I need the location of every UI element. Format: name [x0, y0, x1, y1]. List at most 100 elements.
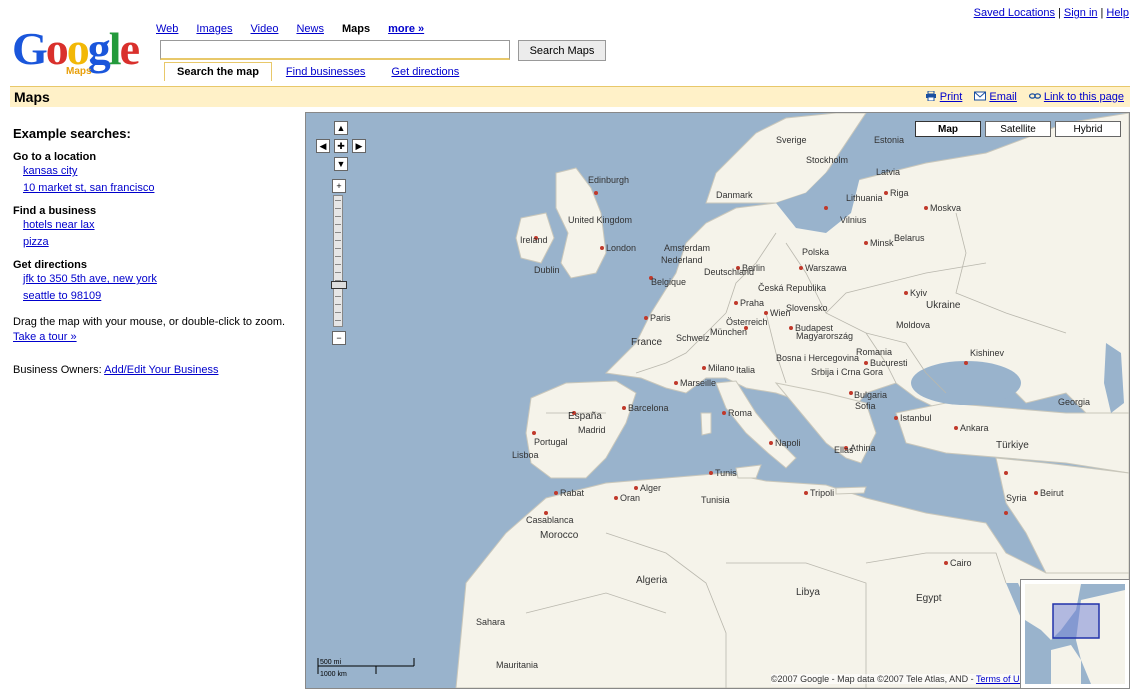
label-sverige: Sverige [776, 135, 807, 145]
example-hotels-near-lax[interactable]: hotels near lax [23, 219, 95, 231]
email-action[interactable]: Email [974, 91, 1017, 103]
example-pizza[interactable]: pizza [23, 236, 49, 248]
label-italia: Italia [736, 365, 755, 375]
label-tunis: Tunis [715, 468, 737, 478]
label-minsk: Minsk [870, 238, 894, 248]
zoom-tick[interactable] [335, 232, 341, 233]
label-roma: Roma [728, 408, 752, 418]
label-casablanca: Casablanca [526, 515, 574, 525]
zoom-tick[interactable] [335, 304, 341, 305]
zoom-tick[interactable] [335, 224, 341, 225]
nav-news[interactable]: News [296, 23, 324, 35]
logo-maps-label: Maps [66, 66, 92, 77]
tab-get-directions[interactable]: Get directions [379, 63, 471, 81]
sign-in-link[interactable]: Sign in [1064, 7, 1098, 19]
overview-map[interactable] [1020, 579, 1129, 688]
link-to-page-action[interactable]: Link to this page [1028, 91, 1124, 103]
zoom-out-button[interactable]: − [332, 331, 346, 345]
nav-web[interactable]: Web [156, 23, 178, 35]
nav-video[interactable]: Video [251, 23, 279, 35]
map-type-satellite[interactable]: Satellite [985, 121, 1051, 137]
search-input[interactable] [160, 40, 510, 60]
pan-up-button[interactable]: ▲ [334, 121, 348, 135]
print-action[interactable]: Print [925, 91, 963, 103]
page-title: Maps [14, 89, 50, 105]
map-type-switcher: Map Satellite Hybrid [915, 121, 1121, 137]
add-edit-business-link[interactable]: Add/Edit Your Business [104, 364, 218, 376]
example-seattle-directions[interactable]: seattle to 98109 [23, 290, 101, 302]
label-napoli: Napoli [775, 438, 801, 448]
email-link[interactable]: Email [989, 91, 1017, 103]
search-subtabs: Search the map Find businesses Get direc… [164, 62, 473, 81]
drag-hint: Drag the map with your mouse, or double-… [13, 315, 293, 345]
zoom-tick[interactable] [335, 296, 341, 297]
copyright-text: ©2007 Google - Map data ©2007 Tele Atlas… [770, 674, 974, 684]
label-lisboa: Lisboa [512, 450, 539, 460]
group-go-to-location: Go to a location [13, 151, 97, 163]
label-oran: Oran [620, 493, 640, 503]
label-belarus: Belarus [894, 233, 925, 243]
example-jfk-directions[interactable]: jfk to 350 5th ave, new york [23, 273, 157, 285]
arrow-left-icon: ◀ [319, 141, 327, 151]
map-tiles[interactable]: Algeria Libya Egypt Morocco España Franc… [306, 113, 1129, 688]
zoom-tick[interactable] [335, 216, 341, 217]
zoom-tick[interactable] [335, 208, 341, 209]
label-srbija: Srbija i Crna Gora [811, 367, 883, 377]
label-united-kingdom: United Kingdom [568, 215, 632, 225]
zoom-tick[interactable] [335, 312, 341, 313]
label-belgique: Belgique [651, 277, 686, 287]
label-ireland: Ireland [520, 235, 548, 245]
label-estonia: Estonia [874, 135, 904, 145]
label-schweiz: Schweiz [676, 333, 710, 343]
label-ukraine: Ukraine [926, 300, 961, 311]
scale-ruler: 500 mi 1000 km [317, 658, 415, 678]
label-bucuresti: Bucuresti [870, 358, 908, 368]
take-a-tour-link[interactable]: Take a tour » [13, 331, 77, 343]
saved-locations-link[interactable]: Saved Locations [974, 7, 1055, 19]
print-link[interactable]: Print [940, 91, 963, 103]
tab-search-the-map[interactable]: Search the map [164, 62, 272, 81]
example-kansas-city[interactable]: kansas city [23, 165, 77, 177]
pan-down-button[interactable]: ▼ [334, 157, 348, 171]
overview-map-tiles[interactable] [1021, 580, 1129, 688]
help-link[interactable]: Help [1106, 7, 1129, 19]
nav-images[interactable]: Images [196, 23, 232, 35]
zoom-tick[interactable] [335, 240, 341, 241]
nav-more[interactable]: more » [388, 23, 424, 35]
zoom-tick[interactable] [335, 320, 341, 321]
pan-left-button[interactable]: ◀ [316, 139, 330, 153]
label-marseille: Marseille [680, 378, 716, 388]
scale-bar: 500 mi 1000 km [316, 654, 416, 680]
label-barcelona: Barcelona [628, 403, 669, 413]
tab-find-businesses[interactable]: Find businesses [274, 63, 378, 81]
label-polska: Polska [802, 247, 829, 257]
label-stockholm: Stockholm [806, 155, 848, 165]
map-copyright: ©2007 Google - Map data ©2007 Tele Atlas… [770, 674, 1029, 684]
zoom-tick[interactable] [335, 248, 341, 249]
example-market-st[interactable]: 10 market st, san francisco [23, 182, 154, 194]
overview-viewport[interactable] [1052, 603, 1100, 639]
map-type-map[interactable]: Map [915, 121, 981, 137]
map-canvas[interactable]: Algeria Libya Egypt Morocco España Franc… [305, 112, 1130, 689]
label-sahara: Sahara [476, 617, 505, 627]
label-wien: Wien [770, 308, 791, 318]
map-type-hybrid[interactable]: Hybrid [1055, 121, 1121, 137]
search-maps-button[interactable]: Search Maps [518, 40, 606, 61]
zoom-tick[interactable] [335, 264, 341, 265]
label-budapest: Budapest [795, 323, 834, 333]
zoom-tick[interactable] [335, 272, 341, 273]
zoom-slider[interactable] [331, 195, 347, 327]
pan-right-button[interactable]: ▶ [352, 139, 366, 153]
google-maps-logo[interactable]: Google Maps [12, 26, 152, 84]
zoom-tick[interactable] [335, 256, 341, 257]
scale-km: 1000 km [320, 671, 347, 678]
label-athina: Athina [850, 443, 876, 453]
zoom-slider-thumb[interactable] [331, 281, 347, 289]
pan-center-button[interactable]: ✚ [334, 139, 348, 153]
land-crete [835, 486, 867, 495]
zoom-tick[interactable] [335, 200, 341, 201]
label-tripoli: Tripoli [810, 488, 834, 498]
label-nederland: Nederland [661, 255, 703, 265]
link-to-this-page[interactable]: Link to this page [1044, 91, 1124, 103]
zoom-in-button[interactable]: + [332, 179, 346, 193]
